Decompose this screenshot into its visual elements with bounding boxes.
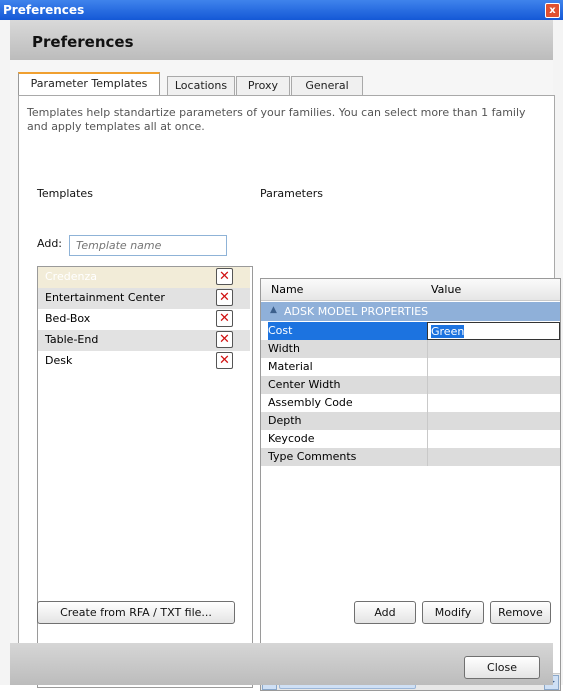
parameter-row[interactable]: Type Comments (261, 448, 560, 466)
parameters-grid[interactable]: Name Value ▲ ADSK MODEL PROPERTIES Cost … (260, 278, 561, 691)
parameter-value[interactable] (427, 358, 560, 376)
dialog-footer: Close (10, 643, 553, 685)
template-item-entertainment-center[interactable]: Entertainment Center ✕ (38, 288, 250, 309)
parameter-row[interactable]: Center Width (261, 376, 560, 394)
group-label: ADSK MODEL PROPERTIES (284, 305, 429, 318)
tab-locations[interactable]: Locations (167, 76, 235, 95)
parameter-value[interactable] (427, 376, 560, 394)
parameter-value[interactable] (427, 430, 560, 448)
template-item-desk[interactable]: Desk ✕ (38, 351, 250, 372)
template-name-input[interactable] (69, 235, 227, 256)
parameter-value[interactable] (427, 448, 560, 466)
parameter-value[interactable] (427, 412, 560, 430)
template-item-bed-box[interactable]: Bed-Box ✕ (38, 309, 250, 330)
column-header-name[interactable]: Name (271, 283, 303, 296)
parameter-row[interactable]: Keycode (261, 430, 560, 448)
tab-proxy[interactable]: Proxy (236, 76, 290, 95)
column-header-value[interactable]: Value (431, 283, 461, 296)
parameter-value-text[interactable]: Green (431, 325, 465, 338)
grid-header: Name Value (261, 279, 560, 301)
template-item-label: Entertainment Center (45, 291, 165, 304)
parameter-templates-panel: Templates help standartize parameters of… (18, 95, 561, 691)
remove-parameter-button[interactable]: Remove (490, 601, 551, 624)
parameter-name[interactable]: Depth (268, 412, 428, 430)
parameter-value-field[interactable]: Green (427, 322, 560, 340)
window-close-icon[interactable]: x (545, 3, 560, 18)
dialog-header: Preferences (10, 20, 553, 60)
delete-template-icon[interactable]: ✕ (216, 352, 233, 369)
template-item-credenza[interactable]: Credenza ✕ (38, 267, 250, 288)
template-item-label: Credenza (45, 270, 97, 283)
add-parameter-button[interactable]: Add (354, 601, 416, 624)
parameter-name[interactable]: Cost (268, 322, 428, 340)
delete-template-icon[interactable]: ✕ (216, 268, 233, 285)
template-item-label: Table-End (45, 333, 99, 346)
parameter-row[interactable]: Assembly Code (261, 394, 560, 412)
group-header[interactable]: ▲ ADSK MODEL PROPERTIES (261, 302, 560, 321)
parameter-row[interactable]: Width (261, 340, 560, 358)
collapse-chevron-icon[interactable]: ▲ (270, 305, 277, 315)
parameter-name[interactable]: Center Width (268, 376, 428, 394)
title-bar[interactable]: Preferences x (0, 0, 563, 20)
parameter-row[interactable]: Material (261, 358, 560, 376)
delete-template-icon[interactable]: ✕ (216, 289, 233, 306)
parameters-heading: Parameters (260, 187, 323, 200)
template-item-label: Bed-Box (45, 312, 91, 325)
delete-template-icon[interactable]: ✕ (216, 310, 233, 327)
close-button[interactable]: Close (464, 656, 540, 679)
preferences-window: Preferences x Preferences Parameter Temp… (0, 0, 563, 691)
add-label: Add: (37, 237, 63, 250)
description-text: Templates help standartize parameters of… (27, 106, 526, 133)
templates-heading: Templates (37, 187, 93, 200)
create-from-file-button[interactable]: Create from RFA / TXT file... (37, 601, 235, 624)
template-item-table-end[interactable]: Table-End ✕ (38, 330, 250, 351)
templates-list[interactable]: Credenza ✕ Entertainment Center ✕ Bed-Bo… (37, 266, 253, 688)
tab-parameter-templates[interactable]: Parameter Templates (18, 72, 160, 97)
dialog-title: Preferences (32, 33, 134, 51)
parameter-name[interactable]: Assembly Code (268, 394, 428, 412)
parameter-name[interactable]: Keycode (268, 430, 428, 448)
parameter-name[interactable]: Material (268, 358, 428, 376)
window-title: Preferences (3, 3, 85, 17)
dialog-body: Parameter Templates Locations Proxy Gene… (10, 60, 561, 691)
parameter-row[interactable]: Depth (261, 412, 560, 430)
delete-template-icon[interactable]: ✕ (216, 331, 233, 348)
parameter-row[interactable]: Cost Green (261, 322, 560, 340)
parameter-name[interactable]: Type Comments (268, 448, 428, 466)
tab-general[interactable]: General (291, 76, 363, 95)
template-item-label: Desk (45, 354, 73, 367)
parameter-value[interactable] (427, 394, 560, 412)
parameter-name[interactable]: Width (268, 340, 428, 358)
parameter-value[interactable] (427, 340, 560, 358)
modify-parameter-button[interactable]: Modify (422, 601, 484, 624)
